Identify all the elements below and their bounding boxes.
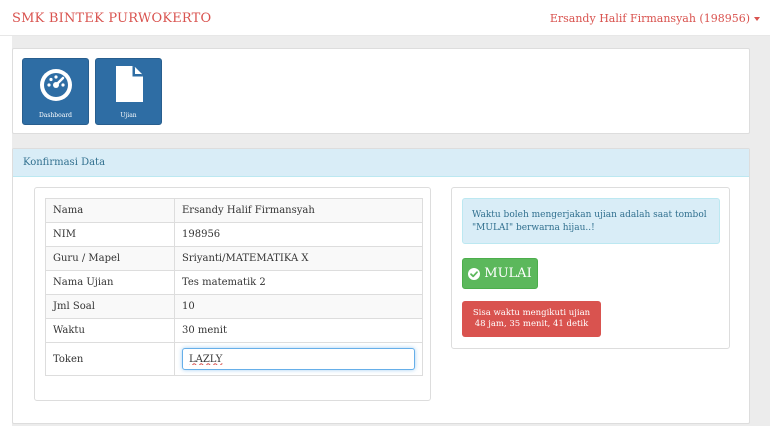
caret-down-icon <box>754 17 760 21</box>
info-alert: Waktu boleh mengerjakan ujian adalah saa… <box>462 198 720 244</box>
table-row: Waktu 30 menit <box>45 318 423 343</box>
dashboard-tile-label: Dashboard <box>38 112 73 119</box>
konfirmasi-panel: Konfirmasi Data Nama Ersandy Halif Firma… <box>12 148 750 424</box>
table-row: Nama Ersandy Halif Firmansyah <box>45 198 423 223</box>
mulai-label: MULAI <box>484 266 532 281</box>
mulai-button[interactable]: MULAI <box>462 258 538 289</box>
table-row: NIM 198956 <box>45 222 423 247</box>
token-row: Token <box>45 342 423 376</box>
ujian-tile[interactable]: Ujian <box>95 58 162 125</box>
table-row: Nama Ujian Tes matematik 2 <box>45 270 423 295</box>
table-row: Jml Soal 10 <box>45 294 423 319</box>
row-label: Nama <box>45 198 175 223</box>
user-name: Ersandy Halif Firmansyah (198956) <box>549 12 750 25</box>
row-label: Jml Soal <box>45 294 175 319</box>
timer-caption: Sisa waktu mengikuti ujian <box>472 308 591 318</box>
row-value: Tes matematik 2 <box>174 270 423 295</box>
countdown-timer: Sisa waktu mengikuti ujian 48 jam, 35 me… <box>462 301 601 337</box>
row-label: NIM <box>45 222 175 247</box>
row-label: Waktu <box>45 318 175 343</box>
dashboard-tile[interactable]: Dashboard <box>22 58 89 125</box>
check-circle-icon <box>468 267 481 280</box>
dashboard-icon <box>40 69 72 101</box>
row-value: 10 <box>174 294 423 319</box>
table-row: Guru / Mapel Sriyanti/MATEMATIKA X <box>45 246 423 271</box>
timer-value: 48 jam, 35 menit, 41 detik <box>474 319 589 329</box>
row-label: Guru / Mapel <box>45 246 175 271</box>
navbar: SMK BINTEK PURWOKERTO Ersandy Halif Firm… <box>0 0 770 36</box>
document-icon <box>116 66 143 102</box>
data-box: Nama Ersandy Halif Firmansyah NIM 198956… <box>34 187 431 401</box>
row-value: Sriyanti/MATEMATIKA X <box>174 246 423 271</box>
row-value: 198956 <box>174 222 423 247</box>
konfirmasi-heading: Konfirmasi Data <box>13 149 749 177</box>
token-input[interactable] <box>182 348 415 370</box>
token-label: Token <box>45 342 175 376</box>
action-box: Waktu boleh mengerjakan ujian adalah saa… <box>451 187 730 349</box>
user-menu[interactable]: Ersandy Halif Firmansyah (198956) <box>550 12 760 25</box>
menu-tiles-panel: Dashboard Ujian <box>12 48 750 134</box>
row-value: 30 menit <box>174 318 423 343</box>
row-label: Nama Ujian <box>45 270 175 295</box>
ujian-tile-label: Ujian <box>120 112 137 119</box>
data-table: Nama Ersandy Halif Firmansyah NIM 198956… <box>45 198 423 376</box>
row-value: Ersandy Halif Firmansyah <box>174 198 423 223</box>
token-cell <box>174 342 423 376</box>
main-content: Dashboard Ujian Konfirmasi Data Nama Ers… <box>12 36 770 426</box>
brand-title[interactable]: SMK BINTEK PURWOKERTO <box>12 11 211 26</box>
